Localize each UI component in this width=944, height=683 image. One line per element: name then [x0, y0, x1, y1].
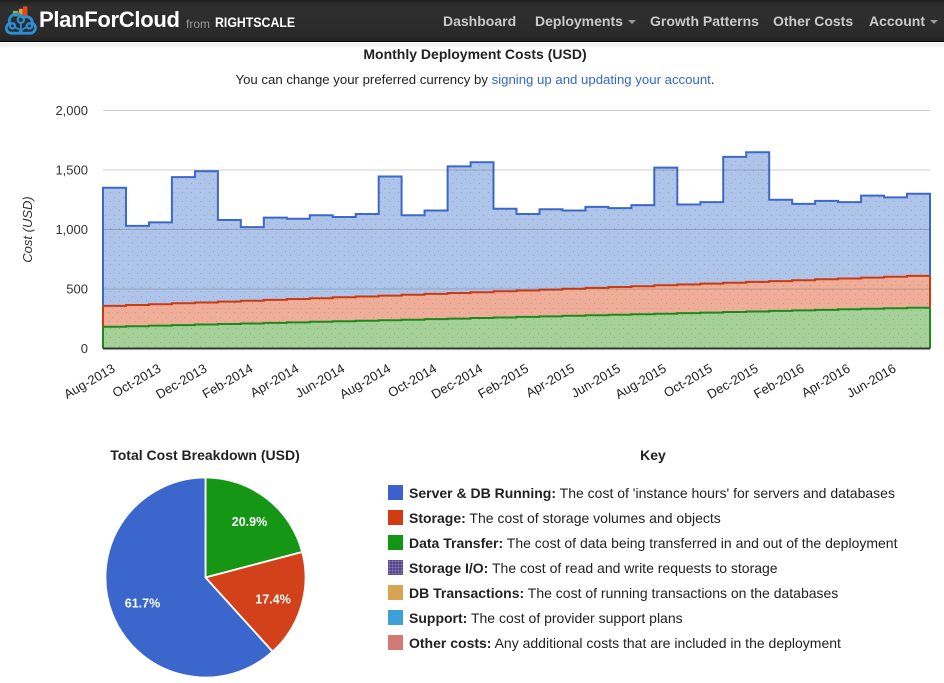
svg-text:1,000: 1,000	[55, 222, 88, 237]
svg-text:17.4%: 17.4%	[255, 593, 290, 607]
svg-text:Apr-2015: Apr-2015	[523, 361, 577, 401]
svg-text:Feb-2016: Feb-2016	[751, 361, 807, 402]
svg-text:Aug-2015: Aug-2015	[612, 361, 668, 402]
svg-text:Aug-2013: Aug-2013	[61, 361, 117, 402]
svg-text:0: 0	[81, 341, 88, 356]
svg-text:Aug-2014: Aug-2014	[337, 361, 393, 402]
svg-text:Dec-2015: Dec-2015	[704, 361, 760, 402]
svg-text:Feb-2015: Feb-2015	[475, 361, 531, 402]
svg-text:Dec-2013: Dec-2013	[153, 361, 209, 402]
svg-text:1,500: 1,500	[55, 163, 88, 178]
svg-text:500: 500	[66, 282, 88, 297]
svg-text:Cost (USD): Cost (USD)	[20, 196, 35, 262]
svg-text:Jun-2014: Jun-2014	[293, 361, 347, 401]
svg-text:61.7%: 61.7%	[125, 597, 160, 611]
svg-text:2,000: 2,000	[55, 103, 88, 118]
svg-text:20.9%: 20.9%	[232, 515, 267, 529]
svg-text:Jun-2016: Jun-2016	[844, 361, 898, 401]
svg-text:Apr-2016: Apr-2016	[799, 361, 853, 401]
svg-text:Apr-2014: Apr-2014	[247, 361, 301, 401]
svg-text:Feb-2014: Feb-2014	[200, 361, 256, 402]
svg-text:Dec-2014: Dec-2014	[429, 361, 485, 402]
